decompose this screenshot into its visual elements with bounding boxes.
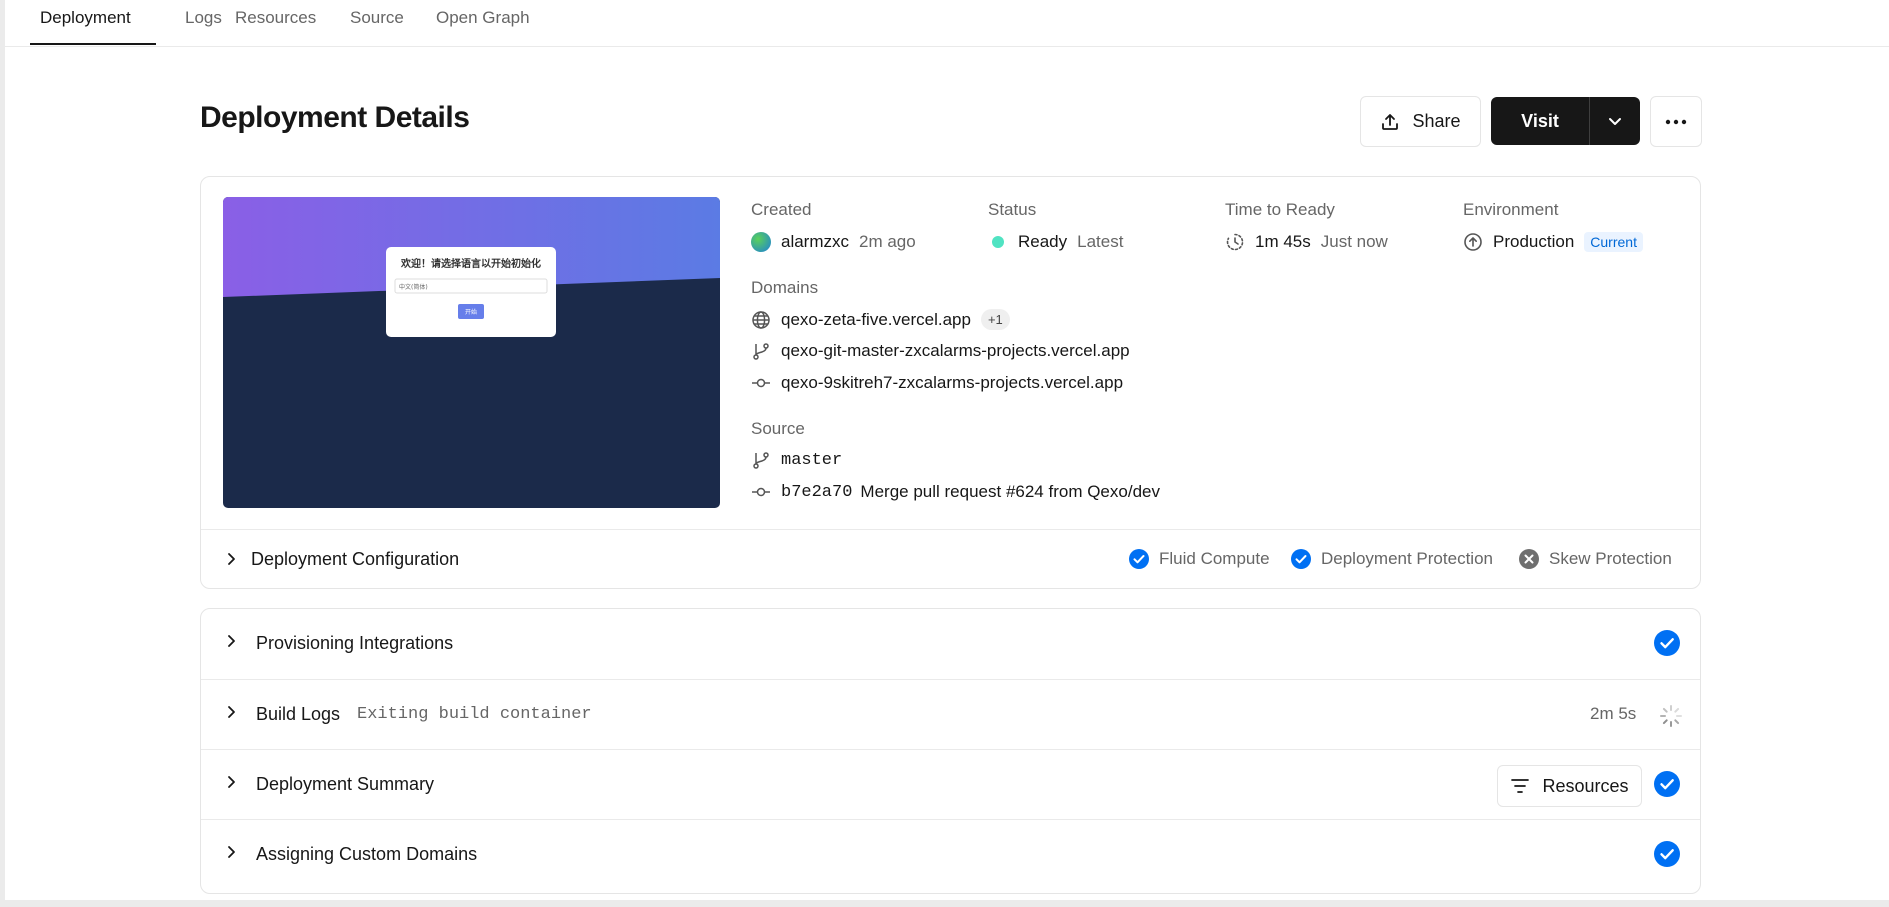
source-commit-hash[interactable]: b7e2a70	[781, 483, 852, 502]
step-deployment-summary-title: Deployment Summary	[256, 774, 435, 794]
deployment-steps: Provisioning Integrations Build Logs Exi…	[200, 608, 1701, 894]
active-tab-indicator	[30, 43, 156, 45]
domain-commit-row: qexo-9skitreh7-zxcalarms-projects.vercel…	[751, 373, 1123, 393]
ttr-label: Time to Ready	[1225, 200, 1335, 219]
domain-primary-row: qexo-zeta-five.vercel.app +1	[751, 309, 1010, 330]
created-value: alarmzxc 2m ago	[751, 232, 916, 252]
preview-select-value: 中文(简体)	[399, 283, 428, 291]
avatar	[751, 232, 771, 252]
created-label: Created	[751, 200, 812, 219]
domain-primary-link[interactable]: qexo-zeta-five.vercel.app	[781, 310, 971, 330]
check-circle-icon	[1654, 771, 1680, 797]
tab-source[interactable]: Source	[350, 0, 404, 46]
environment-value: Production Current	[1463, 232, 1643, 252]
check-circle-icon	[1654, 630, 1680, 656]
preview-screenshot: 欢迎！请选择语言以开始初始化 中文(简体) 开始	[223, 197, 720, 508]
step-provisioning-title: Provisioning Integrations	[256, 633, 454, 653]
page-title: Deployment Details	[200, 101, 470, 134]
ttr-when: Just now	[1320, 232, 1388, 251]
spinner-icon	[1660, 705, 1682, 727]
tab-resources[interactable]: Resources	[235, 0, 316, 46]
feature-skew-protection-label: Skew Protection	[1549, 549, 1672, 568]
upload-icon	[1382, 113, 1399, 130]
chevron-right-icon	[228, 776, 235, 788]
environment-current-badge: Current	[1584, 232, 1643, 252]
step-provisioning-integrations[interactable]: Provisioning Integrations	[201, 609, 1700, 679]
status-label: Status	[988, 200, 1037, 219]
tab-open-graph[interactable]: Open Graph	[436, 0, 530, 46]
feature-fluid-compute-label: Fluid Compute	[1159, 549, 1270, 568]
domain-extra-count[interactable]: +1	[980, 309, 1010, 330]
chevron-right-icon	[228, 706, 235, 718]
tab-bar: Deployment Logs Resources Source Open Gr…	[5, 0, 1889, 47]
feature-deployment-protection: Deployment Protection	[1291, 549, 1493, 569]
chevron-right-icon	[228, 846, 235, 858]
environment-name[interactable]: Production	[1493, 232, 1574, 252]
created-time: 2m ago	[859, 232, 916, 251]
deployment-configuration-row[interactable]: Deployment Configuration Fluid Compute D…	[201, 530, 1700, 588]
feature-skew-protection: Skew Protection	[1519, 549, 1672, 569]
source-label: Source	[751, 419, 805, 438]
domain-branch-row: qexo-git-master-zxcalarms-projects.verce…	[751, 341, 1130, 361]
status-ready-dot	[992, 236, 1004, 248]
x-circle-icon	[1519, 549, 1539, 569]
visit-options-button[interactable]	[1589, 97, 1640, 145]
git-branch-icon	[753, 452, 769, 469]
step-assigning-custom-domains[interactable]: Assigning Custom Domains	[201, 819, 1700, 890]
step-build-logs-duration: 2m 5s	[1590, 704, 1637, 723]
git-commit-icon	[752, 378, 770, 388]
ellipsis-icon	[1665, 119, 1687, 124]
visit-button[interactable]: Visit	[1491, 97, 1589, 145]
arrow-up-circle-icon	[1464, 233, 1482, 251]
chevron-right-icon	[228, 635, 235, 647]
git-commit-icon	[752, 487, 770, 497]
source-commit-message[interactable]: Merge pull request #624 from Qexo/dev	[860, 482, 1160, 502]
check-circle-icon	[1291, 549, 1311, 569]
resources-button[interactable]: Resources	[1497, 765, 1642, 807]
status-value: Ready Latest	[992, 232, 1123, 252]
chevron-down-icon	[1609, 118, 1621, 125]
created-user[interactable]: alarmzxc	[781, 232, 849, 252]
source-branch[interactable]: master	[781, 451, 842, 470]
deployment-preview[interactable]: 欢迎！请选择语言以开始初始化 中文(简体) 开始	[223, 197, 720, 508]
environment-label: Environment	[1463, 200, 1559, 219]
preview-button-label: 开始	[465, 308, 477, 316]
check-circle-icon	[1654, 841, 1680, 867]
git-branch-icon	[753, 343, 769, 360]
tab-deployment[interactable]: Deployment	[40, 0, 131, 46]
more-options-button[interactable]	[1650, 96, 1702, 147]
share-button[interactable]: Share	[1360, 96, 1481, 147]
step-build-logs-title: Build Logs	[256, 704, 341, 724]
preview-heading: 欢迎！请选择语言以开始初始化	[400, 257, 541, 270]
status-text: Ready	[1018, 232, 1068, 251]
filter-icon	[1511, 779, 1530, 793]
feature-deployment-protection-label: Deployment Protection	[1321, 549, 1493, 568]
source-commit-row: b7e2a70 Merge pull request #624 from Qex…	[751, 482, 1160, 502]
bottom-edge	[0, 900, 1889, 907]
feature-fluid-compute: Fluid Compute	[1129, 549, 1270, 569]
deployment-card: 欢迎！请选择语言以开始初始化 中文(简体) 开始 Created alarmzx…	[200, 176, 1701, 589]
resources-button-label: Resources	[1542, 775, 1629, 796]
share-label: Share	[1412, 111, 1461, 131]
source-branch-row: master	[751, 450, 842, 470]
timer-icon	[1226, 233, 1244, 251]
check-circle-icon	[1129, 549, 1149, 569]
step-assigning-domains-title: Assigning Custom Domains	[256, 844, 478, 864]
step-build-logs[interactable]: Build Logs Exiting build container 2m 5s	[201, 679, 1700, 750]
ttr-duration: 1m 45s	[1255, 232, 1311, 251]
domain-commit-link[interactable]: qexo-9skitreh7-zxcalarms-projects.vercel…	[781, 373, 1123, 393]
step-build-logs-detail: Exiting build container	[357, 705, 592, 724]
status-tag: Latest	[1077, 232, 1124, 251]
ttr-value: 1m 45s Just now	[1225, 232, 1388, 252]
chevron-right-icon	[228, 553, 235, 565]
tab-logs[interactable]: Logs	[185, 0, 222, 46]
step-deployment-summary[interactable]: Deployment Summary Resources	[201, 749, 1700, 820]
deployment-configuration-title: Deployment Configuration	[251, 549, 460, 569]
globe-icon	[752, 310, 770, 329]
domains-label: Domains	[751, 278, 819, 297]
domain-branch-link[interactable]: qexo-git-master-zxcalarms-projects.verce…	[781, 341, 1130, 361]
left-edge	[0, 0, 5, 907]
